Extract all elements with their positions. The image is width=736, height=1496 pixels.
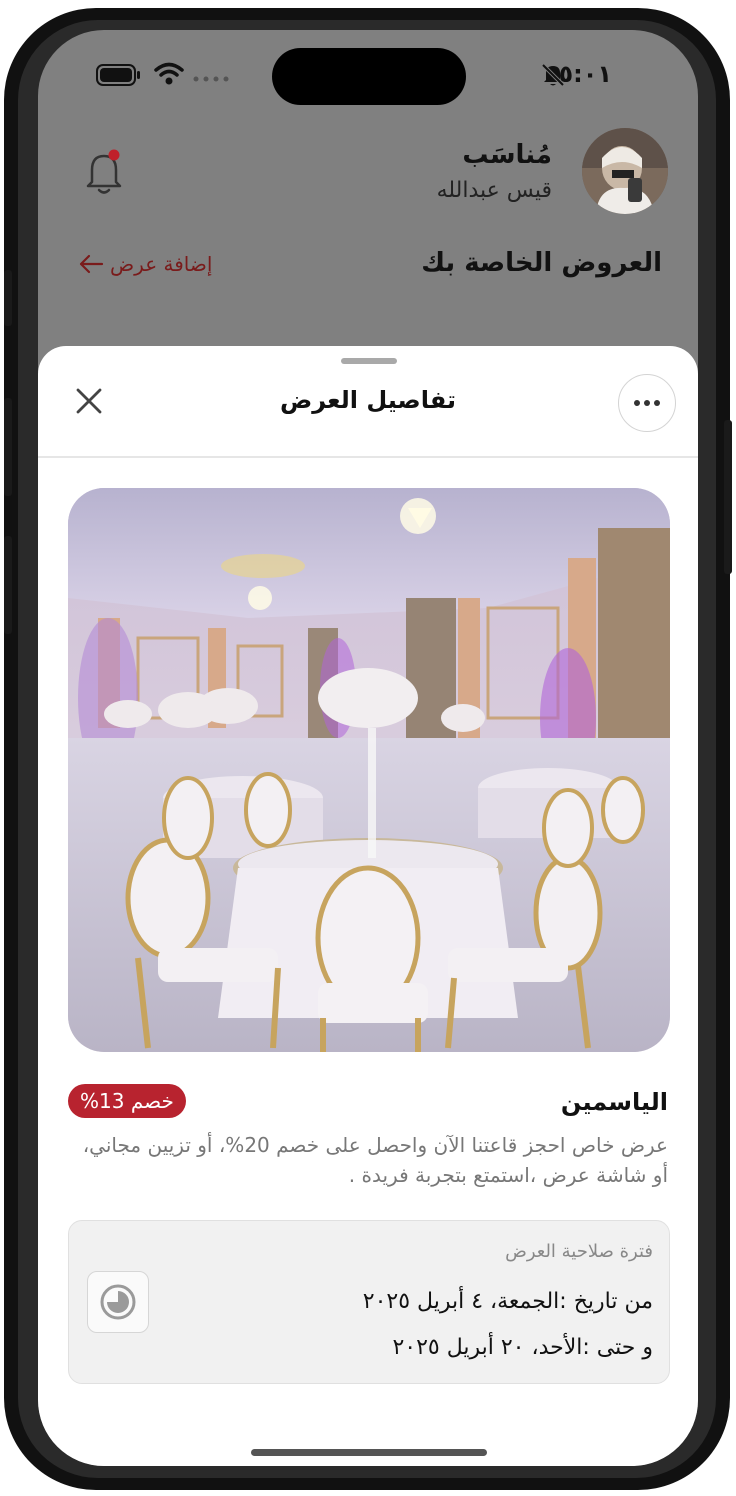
battery-icon	[96, 64, 140, 86]
dynamic-island	[272, 48, 466, 105]
power-button	[724, 420, 732, 574]
validity-to-date: و حتى :الأحد، ٢٠ أبريل ٢٠٢٥	[392, 1335, 653, 1360]
volume-up-button	[4, 398, 12, 496]
volume-down-button	[4, 536, 12, 634]
status-time: ٥:٠١	[558, 60, 612, 88]
user-subtitle: قيس عبدالله	[436, 178, 552, 203]
status-bar: ٥:٠١	[38, 30, 698, 120]
discount-badge: خصم 13%	[68, 1084, 186, 1118]
notification-dot	[108, 149, 120, 161]
clock-badge	[87, 1271, 149, 1333]
silent-switch	[4, 270, 12, 326]
offer-description: عرض خاص احجز قاعتنا الآن واحصل على خصم 2…	[82, 1133, 668, 1187]
validity-card: فترة صلاحية العرض من تاريخ :الجمعة، ٤ أب…	[68, 1220, 670, 1384]
sheet-title: تفاصيل العرض	[279, 386, 457, 414]
header-divider	[38, 456, 698, 458]
offer-details-sheet: تفاصيل العرض الياسمين خصم 13% عرض خاص اح…	[38, 346, 698, 1466]
bell-icon[interactable]	[80, 148, 128, 198]
validity-label: فترة صلاحية العرض	[505, 1241, 653, 1262]
avatar[interactable]	[582, 128, 668, 214]
arrow-left-icon	[79, 254, 104, 274]
screen: ٥:٠١ مُناسَب قيس عبدالله العروض الخاصة ب…	[38, 30, 698, 1466]
offer-name: الياسمين	[560, 1088, 668, 1116]
offer-image	[68, 488, 670, 1052]
add-offer-link[interactable]: إضافة عرض	[78, 252, 212, 276]
close-icon[interactable]	[74, 386, 104, 416]
add-offer-label: إضافة عرض	[110, 252, 213, 276]
validity-from-date: من تاريخ :الجمعة، ٤ أبريل ٢٠٢٥	[362, 1289, 653, 1314]
section-title: العروض الخاصة بك	[421, 248, 662, 278]
home-indicator[interactable]	[251, 1449, 487, 1456]
clock-icon	[100, 1284, 136, 1320]
cellular-signal-icon	[193, 76, 229, 82]
wedding-hall-photo	[68, 488, 670, 1052]
avatar-image	[582, 128, 668, 214]
status-icons	[96, 62, 236, 88]
user-name: مُناسَب	[462, 140, 552, 170]
wifi-icon	[154, 62, 184, 85]
sheet-grabber[interactable]	[341, 358, 397, 364]
